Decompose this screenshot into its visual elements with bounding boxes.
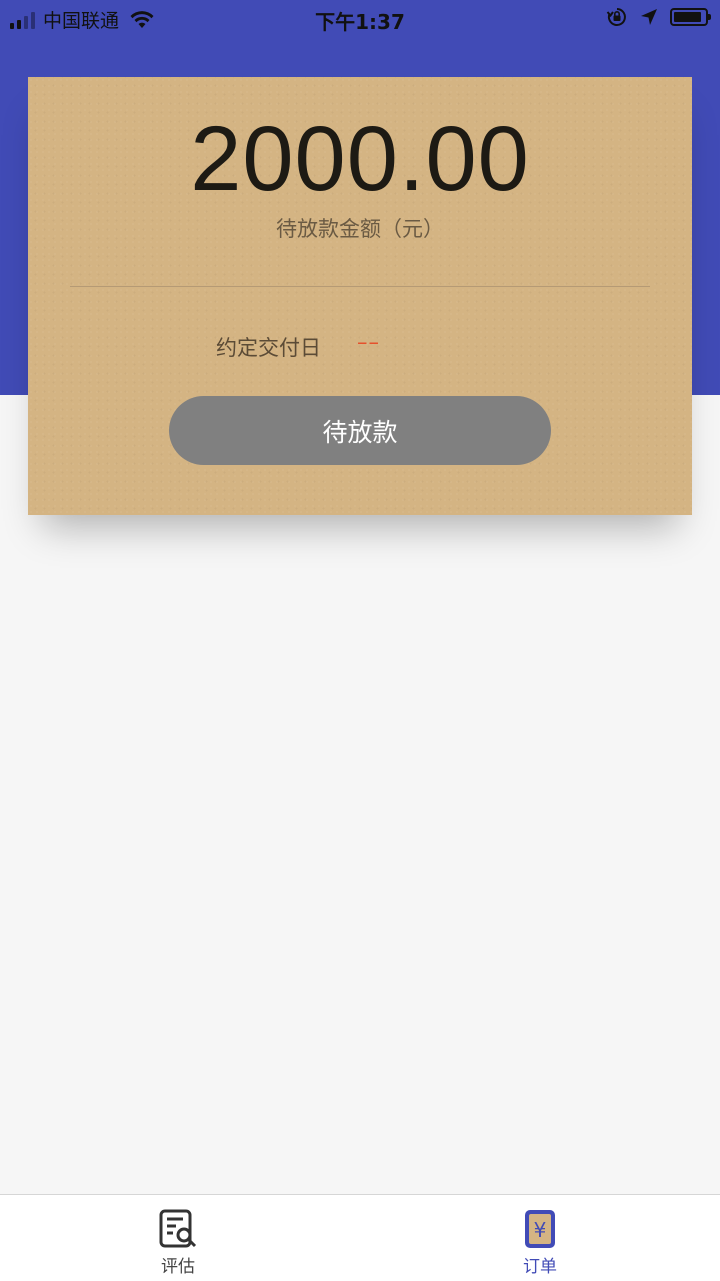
document-search-icon — [159, 1209, 197, 1248]
tab-evaluate[interactable]: 评估 — [118, 1209, 238, 1277]
pending-amount-label: 待放款金额（元） — [276, 217, 444, 241]
tab-order[interactable]: ¥ 订单 — [480, 1209, 600, 1277]
pending-amount: 2000.00 — [190, 108, 530, 210]
pending-disbursement-button[interactable]: 待放款 — [169, 396, 551, 465]
delivery-date-label: 约定交付日 — [216, 336, 321, 360]
tab-bar: 评估 ¥ 订单 — [0, 1194, 720, 1281]
card-divider — [70, 286, 650, 287]
tab-order-label: 订单 — [523, 1257, 557, 1277]
location-icon — [641, 9, 657, 25]
orientation-lock-icon — [606, 8, 626, 26]
tab-evaluate-label: 评估 — [161, 1257, 195, 1277]
delivery-date-value: –– — [357, 330, 380, 354]
status-bar: 中国联通 下午1:37 — [0, 0, 720, 40]
svg-text:¥: ¥ — [534, 1218, 547, 1242]
loan-card: 2000.00 待放款金额（元） 约定交付日 –– 待放款 — [28, 77, 692, 515]
battery-icon — [670, 8, 711, 26]
yen-order-icon: ¥ — [525, 1210, 555, 1248]
